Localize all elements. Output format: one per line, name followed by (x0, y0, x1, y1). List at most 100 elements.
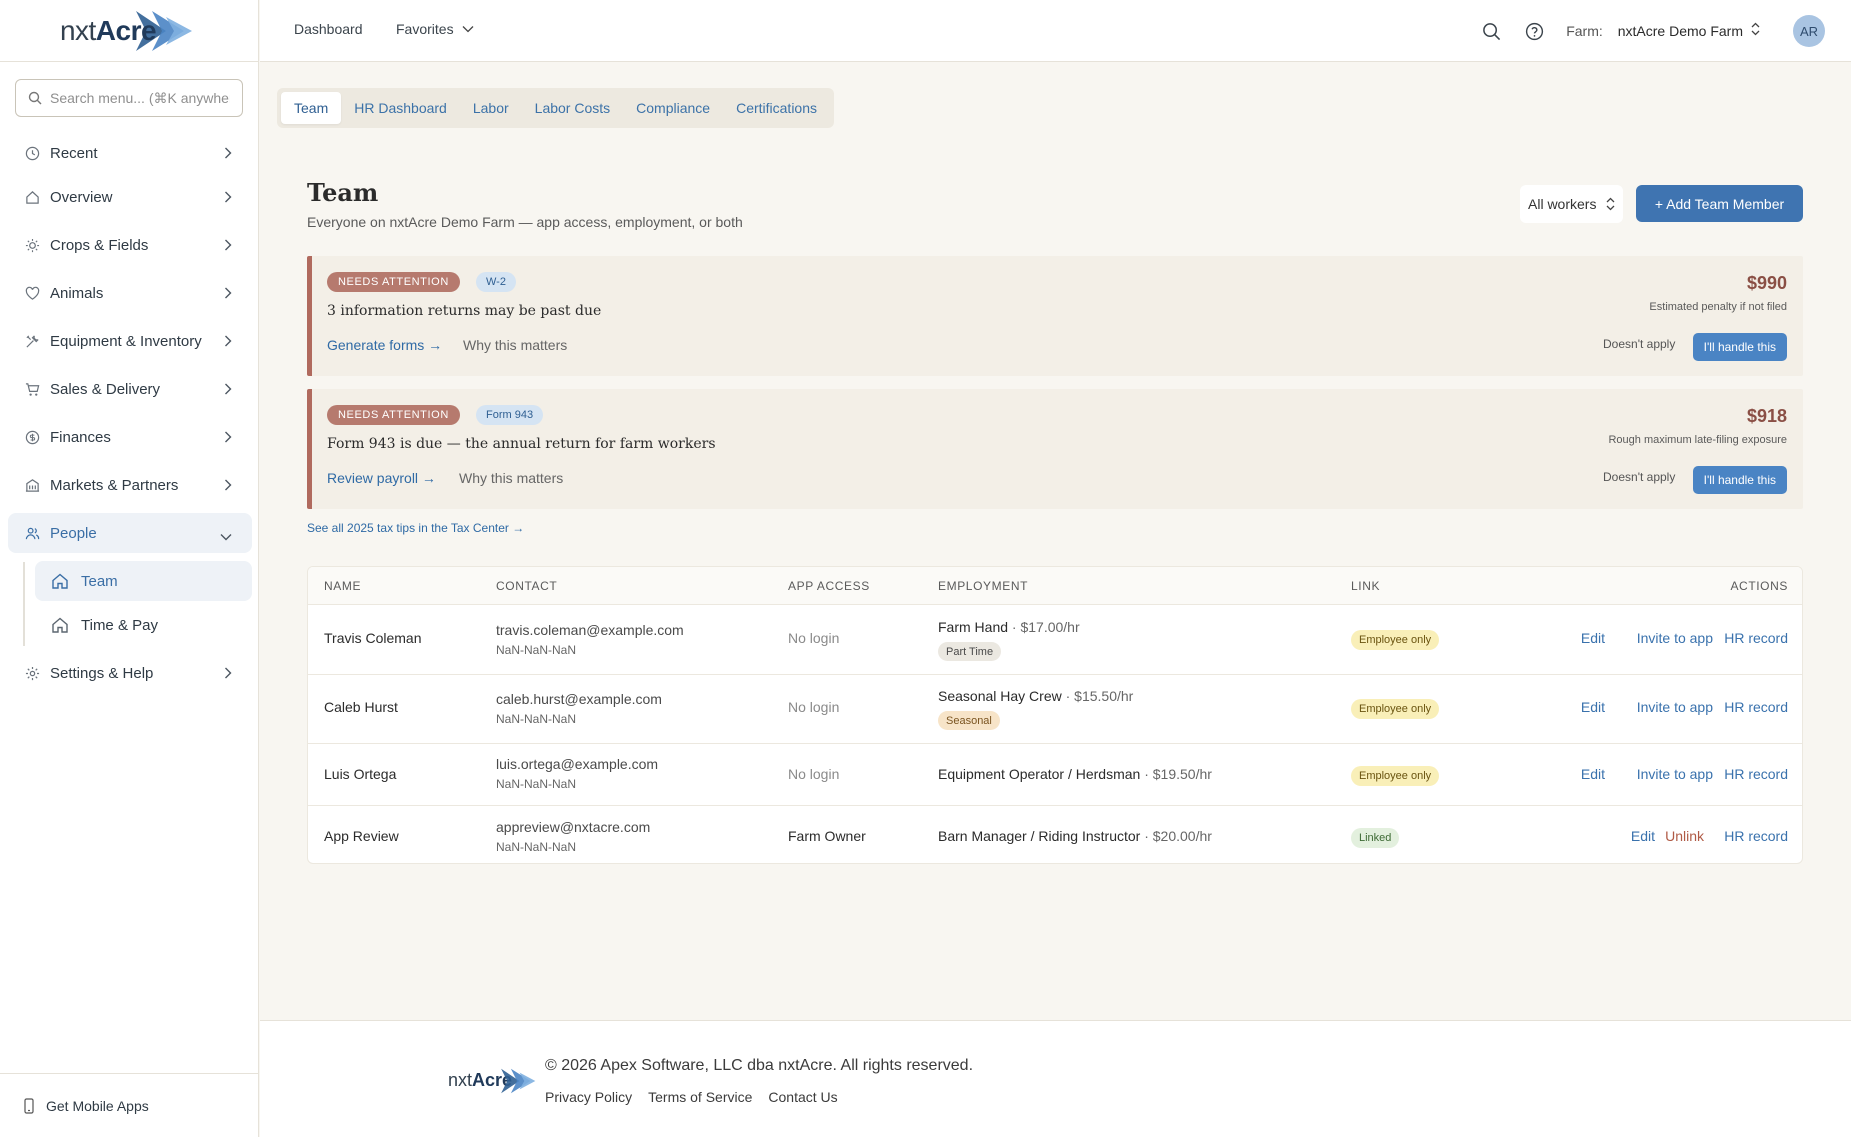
footer-links: Privacy Policy Terms of Service Contact … (545, 1089, 838, 1105)
hr-record-link[interactable]: HR record (1724, 828, 1788, 844)
review-payroll-link[interactable]: Review payroll → (327, 470, 436, 486)
ill-handle-this-button[interactable]: I'll handle this (1692, 333, 1787, 361)
doesnt-apply-link[interactable]: Doesn't apply (1603, 337, 1675, 351)
worker-filter-select[interactable]: All workers (1520, 185, 1623, 223)
sidebar-item-sales-delivery[interactable]: Sales & Delivery (8, 369, 252, 409)
tab-team[interactable]: Team (281, 92, 342, 124)
column-header-link: LINK (1351, 579, 1381, 593)
worker-phone: NaN-NaN-NaN (496, 712, 577, 726)
sidebar-item-equipment-inventory[interactable]: Equipment & Inventory (8, 321, 252, 361)
dollar-icon (24, 429, 40, 445)
footer-logo: nxtAcre (448, 1066, 539, 1096)
sidebar-item-finances[interactable]: Finances (8, 417, 252, 457)
chevron-down-icon (220, 528, 232, 545)
tab-certifications[interactable]: Certifications (723, 92, 830, 124)
hr-record-link[interactable]: HR record (1724, 766, 1788, 782)
invite-to-app-link[interactable]: Invite to app (1637, 630, 1713, 646)
sidebar-item-settings-help[interactable]: Settings & Help (8, 653, 252, 693)
alert-title: 3 information returns may be past due (327, 303, 602, 319)
doesnt-apply-link[interactable]: Doesn't apply (1603, 470, 1675, 484)
chevron-up-down-icon[interactable] (1751, 22, 1760, 41)
nav-favorites[interactable]: Favorites (396, 21, 474, 37)
help-icon[interactable] (1523, 20, 1545, 42)
tab-hr-dashboard[interactable]: HR Dashboard (341, 92, 460, 124)
sidebar-subitem-team[interactable]: Team (35, 561, 252, 601)
generate-forms-link[interactable]: Generate forms → (327, 337, 442, 353)
tab-labor-costs[interactable]: Labor Costs (522, 92, 623, 124)
invite-to-app-link[interactable]: Invite to app (1637, 699, 1713, 715)
tax-center-link[interactable]: See all 2025 tax tips in the Tax Center … (307, 521, 524, 535)
edit-link[interactable]: Edit (1581, 699, 1605, 715)
sidebar-subitem-time-pay[interactable]: Time & Pay (35, 605, 252, 645)
home-icon (51, 616, 69, 634)
sidebar-item-label: Overview (50, 188, 113, 206)
sidebar-search[interactable] (15, 79, 243, 117)
edit-link[interactable]: Edit (1581, 630, 1605, 646)
avatar[interactable]: AR (1793, 15, 1825, 47)
logo-prefix: nxt (448, 1069, 473, 1090)
terms-of-service-link[interactable]: Terms of Service (648, 1089, 752, 1105)
edit-link[interactable]: Edit (1631, 828, 1655, 844)
sidebar-item-markets-partners[interactable]: Markets & Partners (8, 465, 252, 505)
unlink-link[interactable]: Unlink (1665, 828, 1704, 844)
sidebar-item-overview[interactable]: Overview (8, 177, 252, 217)
chevron-right-icon (224, 146, 232, 163)
farm-label: Farm: (1566, 23, 1603, 39)
worker-name: App Review (324, 828, 399, 844)
why-this-matters-link[interactable]: Why this matters (463, 337, 567, 353)
form-type-badge: W-2 (476, 272, 516, 292)
home-icon (51, 572, 69, 590)
sidebar-item-label: Recent (50, 144, 98, 162)
pay-rate: · $20.00/hr (1144, 828, 1212, 844)
nav-dashboard[interactable]: Dashboard (294, 21, 363, 37)
logo-prefix: nxt (59, 14, 96, 46)
get-mobile-apps[interactable]: Get Mobile Apps (0, 1073, 259, 1137)
hr-record-link[interactable]: HR record (1724, 699, 1788, 715)
alert-amount-note: Estimated penalty if not filed (1649, 301, 1787, 313)
alert-card-w2: NEEDS ATTENTION W-2 3 information return… (307, 256, 1803, 376)
alert-amount: $990 (1746, 273, 1787, 293)
column-header-name: NAME (324, 579, 362, 593)
chevron-right-icon (224, 382, 232, 399)
invite-to-app-link[interactable]: Invite to app (1637, 766, 1713, 782)
contact-us-link[interactable]: Contact Us (768, 1089, 837, 1105)
needs-attention-badge: NEEDS ATTENTION (327, 405, 460, 425)
logo-suffix: Acre (95, 14, 157, 46)
ill-handle-this-button[interactable]: I'll handle this (1692, 466, 1787, 494)
tab-labor[interactable]: Labor (460, 92, 522, 124)
edit-link[interactable]: Edit (1581, 766, 1605, 782)
alert-card-form943: NEEDS ATTENTION Form 943 Form 943 is due… (307, 389, 1803, 509)
sidebar-search-input[interactable] (50, 90, 230, 106)
sidebar-item-label: Crops & Fields (50, 236, 149, 254)
sidebar-item-recent[interactable]: Recent (8, 133, 252, 173)
app-logo[interactable]: nxtAcre (0, 0, 258, 62)
page-title: Team (307, 178, 379, 207)
building-icon (24, 477, 40, 493)
top-bar: Dashboard Favorites Farm: nxtAcre Demo F… (260, 0, 1851, 62)
worker-email: caleb.hurst@example.com (496, 691, 662, 707)
employment-role: Equipment Operator / Herdsman · $19.50/h… (938, 766, 1212, 782)
employment-role: Seasonal Hay Crew · $15.50/hr (938, 688, 1133, 704)
search-icon[interactable] (1480, 20, 1502, 42)
heart-icon (24, 285, 40, 301)
link-status-badge: Linked (1351, 828, 1400, 848)
farm-selector[interactable]: nxtAcre Demo Farm (1618, 23, 1743, 39)
chevron-right-icon (224, 238, 232, 255)
sidebar-item-animals[interactable]: Animals (8, 273, 252, 313)
tab-compliance[interactable]: Compliance (623, 92, 723, 124)
sidebar-item-crops-fields[interactable]: Crops & Fields (8, 225, 252, 265)
hr-record-link[interactable]: HR record (1724, 630, 1788, 646)
sidebar-item-label: Equipment & Inventory (50, 332, 202, 350)
privacy-policy-link[interactable]: Privacy Policy (545, 1089, 632, 1105)
worker-email: luis.ortega@example.com (496, 756, 659, 772)
chevron-right-icon (224, 666, 232, 683)
link-status-badge: Employee only (1351, 630, 1440, 650)
why-this-matters-link[interactable]: Why this matters (459, 470, 563, 486)
add-team-member-button[interactable]: + Add Team Member (1636, 185, 1803, 222)
link-status-badge: Employee only (1351, 766, 1440, 786)
chevron-right-icon (224, 334, 232, 351)
sidebar: nxtAcre Recent Overview Crops & Fields (0, 0, 259, 1137)
alert-amount: $918 (1746, 406, 1787, 426)
sidebar-item-people[interactable]: People (8, 513, 252, 553)
logo-arrow-icon (501, 1068, 536, 1094)
